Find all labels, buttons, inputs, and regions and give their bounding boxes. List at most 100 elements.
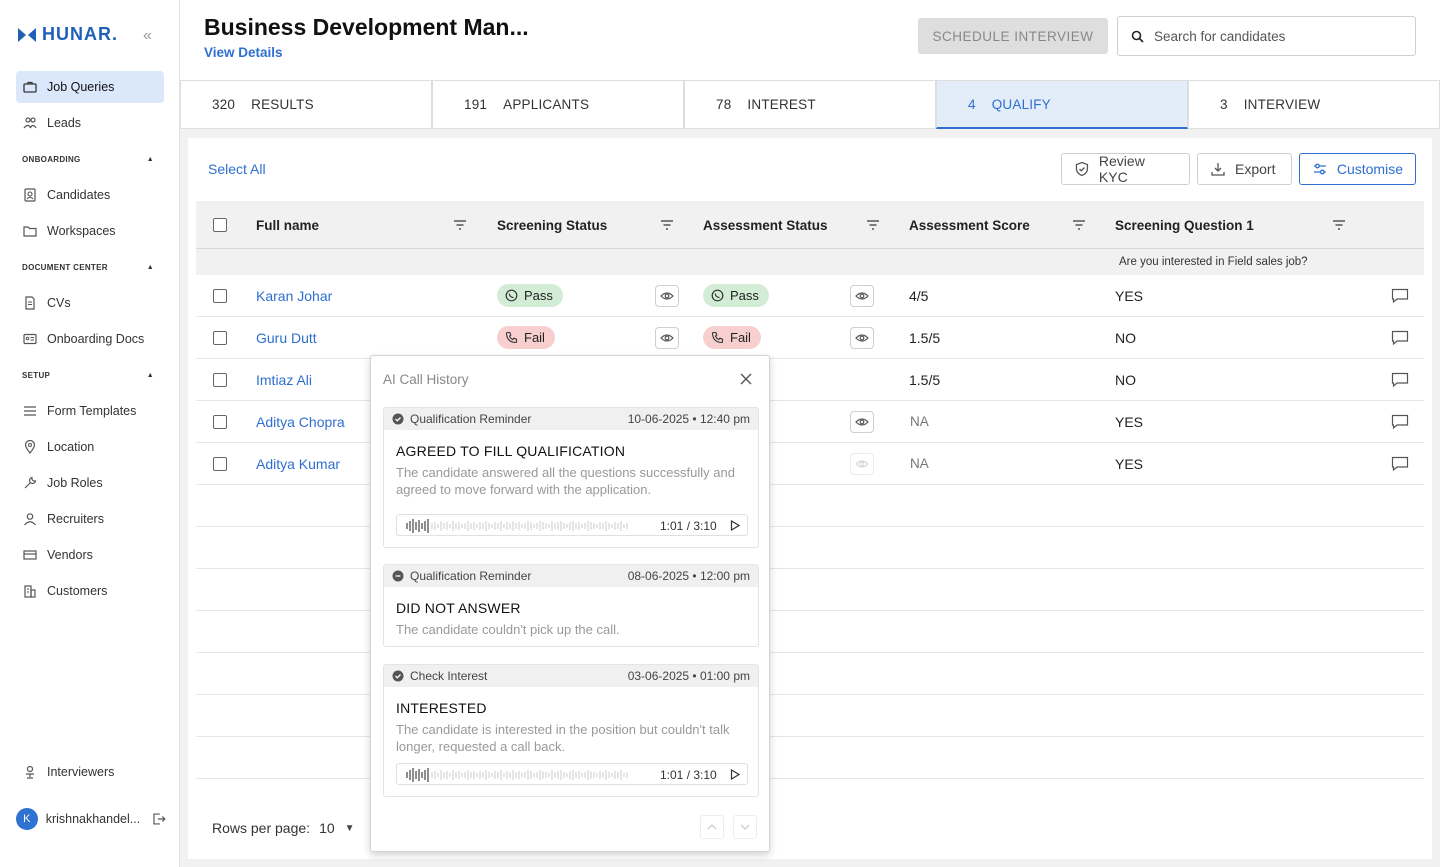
rows-per-page-select[interactable]: 10 ▼: [319, 820, 354, 836]
tab-qualify[interactable]: 4 QUALIFY: [936, 80, 1188, 129]
sidebar-item-customers[interactable]: Customers: [16, 575, 164, 607]
sliders-icon: [1313, 163, 1326, 175]
row-checkbox[interactable]: [213, 289, 227, 303]
schedule-interview-button[interactable]: SCHEDULE INTERVIEW: [918, 18, 1108, 54]
candidate-name[interactable]: Karan Johar: [256, 275, 332, 316]
person-icon: [24, 513, 36, 526]
eye-icon: [855, 334, 869, 342]
call-description: The candidate answered all the questions…: [396, 465, 735, 497]
table-row[interactable]: Guru Dutt Fail Fail 1.5/5 NO: [196, 317, 1424, 359]
hunar-logo[interactable]: HUNAR.: [16, 24, 118, 45]
column-full-name[interactable]: Full name: [256, 201, 319, 249]
select-all-checkbox[interactable]: [213, 218, 227, 232]
waveform-icon: [406, 519, 628, 533]
location-icon: [24, 440, 36, 454]
list-icon: [24, 406, 36, 416]
export-button[interactable]: Export: [1197, 153, 1292, 185]
table-row[interactable]: Karan Johar Pass Pass 4/5 YES: [196, 275, 1424, 317]
sidebar-item-leads[interactable]: Leads: [16, 107, 164, 139]
collapse-icon: ▲: [146, 156, 154, 163]
call-card: Qualification Reminder 08-06-2025 • 12:0…: [383, 564, 759, 647]
play-icon[interactable]: [730, 520, 740, 531]
row-checkbox[interactable]: [213, 373, 227, 387]
row-checkbox[interactable]: [213, 415, 227, 429]
filter-icon[interactable]: [1072, 219, 1086, 231]
candidate-name[interactable]: Guru Dutt: [256, 317, 317, 358]
section-document-center[interactable]: DOCUMENT CENTER ▲: [22, 263, 154, 272]
sidebar-item-workspaces[interactable]: Workspaces: [16, 215, 164, 247]
sidebar-item-interviewers[interactable]: Interviewers: [16, 756, 164, 788]
collapse-icon: ▲: [146, 264, 154, 271]
tab-interview[interactable]: 3 INTERVIEW: [1188, 80, 1440, 129]
sidebar-item-vendors[interactable]: Vendors: [16, 539, 164, 571]
sidebar-item-job-queries[interactable]: Job Queries: [16, 71, 164, 103]
review-kyc-button[interactable]: Review KYC: [1061, 153, 1190, 185]
view-assessment-button[interactable]: [850, 285, 874, 307]
close-icon[interactable]: [739, 372, 753, 386]
tab-results[interactable]: 320 RESULTS: [180, 80, 432, 129]
section-setup[interactable]: SETUP ▲: [22, 371, 154, 380]
tab-applicants[interactable]: 191 APPLICANTS: [432, 80, 684, 129]
eye-icon: [855, 460, 869, 468]
question-answer: YES: [1115, 287, 1144, 304]
chevron-down-icon: [740, 824, 750, 830]
collapse-sidebar-icon[interactable]: «: [143, 27, 152, 45]
sidebar-item-recruiters[interactable]: Recruiters: [16, 503, 164, 535]
column-assessment-score[interactable]: Assessment Score: [909, 201, 1030, 249]
phone-icon: [711, 331, 724, 344]
call-status: AGREED TO FILL QUALIFICATION: [396, 443, 626, 459]
whatsapp-icon: [711, 289, 724, 302]
sidebar-item-candidates[interactable]: Candidates: [16, 179, 164, 211]
minus-circle-icon: [392, 570, 404, 582]
scroll-down-button[interactable]: [733, 815, 757, 839]
filter-icon[interactable]: [453, 219, 467, 231]
comment-icon[interactable]: [1391, 414, 1409, 430]
candidate-name[interactable]: Aditya Chopra: [256, 401, 345, 442]
audio-player[interactable]: 1:01 / 3:10: [396, 763, 748, 785]
view-assessment-button[interactable]: [850, 327, 874, 349]
audio-player[interactable]: 1:01 / 3:10: [396, 514, 748, 536]
column-screening-question-1[interactable]: Screening Question 1: [1115, 201, 1254, 249]
logout-icon[interactable]: [152, 812, 166, 826]
row-checkbox[interactable]: [213, 331, 227, 345]
view-screening-button[interactable]: [655, 285, 679, 307]
filter-icon[interactable]: [660, 219, 674, 231]
user-profile[interactable]: K krishnakhandel...: [16, 808, 166, 830]
stage-tabs: 320 RESULTS 191 APPLICANTS 78 INTEREST 4 QUA…: [180, 80, 1440, 129]
comment-icon[interactable]: [1391, 288, 1409, 304]
sidebar-item-location[interactable]: Location: [16, 431, 164, 463]
column-assessment-status[interactable]: Assessment Status: [703, 201, 828, 249]
tab-interest[interactable]: 78 INTEREST: [684, 80, 936, 129]
table-header: Full name Screening Status Assessment St…: [196, 201, 1424, 249]
whatsapp-icon: [505, 289, 518, 302]
phone-icon: [505, 331, 518, 344]
select-all-link[interactable]: Select All: [208, 161, 266, 177]
scroll-up-button[interactable]: [700, 815, 724, 839]
play-icon[interactable]: [730, 769, 740, 780]
search-placeholder: Search for candidates: [1154, 28, 1286, 44]
search-input[interactable]: Search for candidates: [1117, 16, 1416, 56]
sidebar-item-job-roles[interactable]: Job Roles: [16, 467, 164, 499]
users-icon: [23, 117, 37, 129]
candidate-name[interactable]: Aditya Kumar: [256, 443, 340, 484]
view-screening-button[interactable]: [655, 327, 679, 349]
sidebar-item-cvs[interactable]: CVs: [16, 287, 164, 319]
filter-icon[interactable]: [866, 219, 880, 231]
view-details-link[interactable]: View Details: [204, 45, 283, 60]
interviewer-icon: [26, 765, 34, 779]
section-onboarding[interactable]: ONBOARDING ▲: [22, 155, 154, 164]
comment-icon[interactable]: [1391, 456, 1409, 472]
sidebar-item-onboarding-docs[interactable]: Onboarding Docs: [16, 323, 164, 355]
filter-icon[interactable]: [1332, 219, 1346, 231]
column-screening-status[interactable]: Screening Status: [497, 201, 607, 249]
sidebar-item-form-templates[interactable]: Form Templates: [16, 395, 164, 427]
call-status: DID NOT ANSWER: [396, 600, 521, 616]
row-checkbox[interactable]: [213, 457, 227, 471]
hunar-logo-icon: [18, 27, 36, 42]
comment-icon[interactable]: [1391, 330, 1409, 346]
view-assessment-button[interactable]: [850, 411, 874, 433]
customise-button[interactable]: Customise: [1299, 153, 1416, 185]
sidebar: HUNAR. « Job Queries Leads ONBOARDING ▲ …: [0, 0, 180, 867]
candidate-name[interactable]: Imtiaz Ali: [256, 359, 312, 400]
comment-icon[interactable]: [1391, 372, 1409, 388]
